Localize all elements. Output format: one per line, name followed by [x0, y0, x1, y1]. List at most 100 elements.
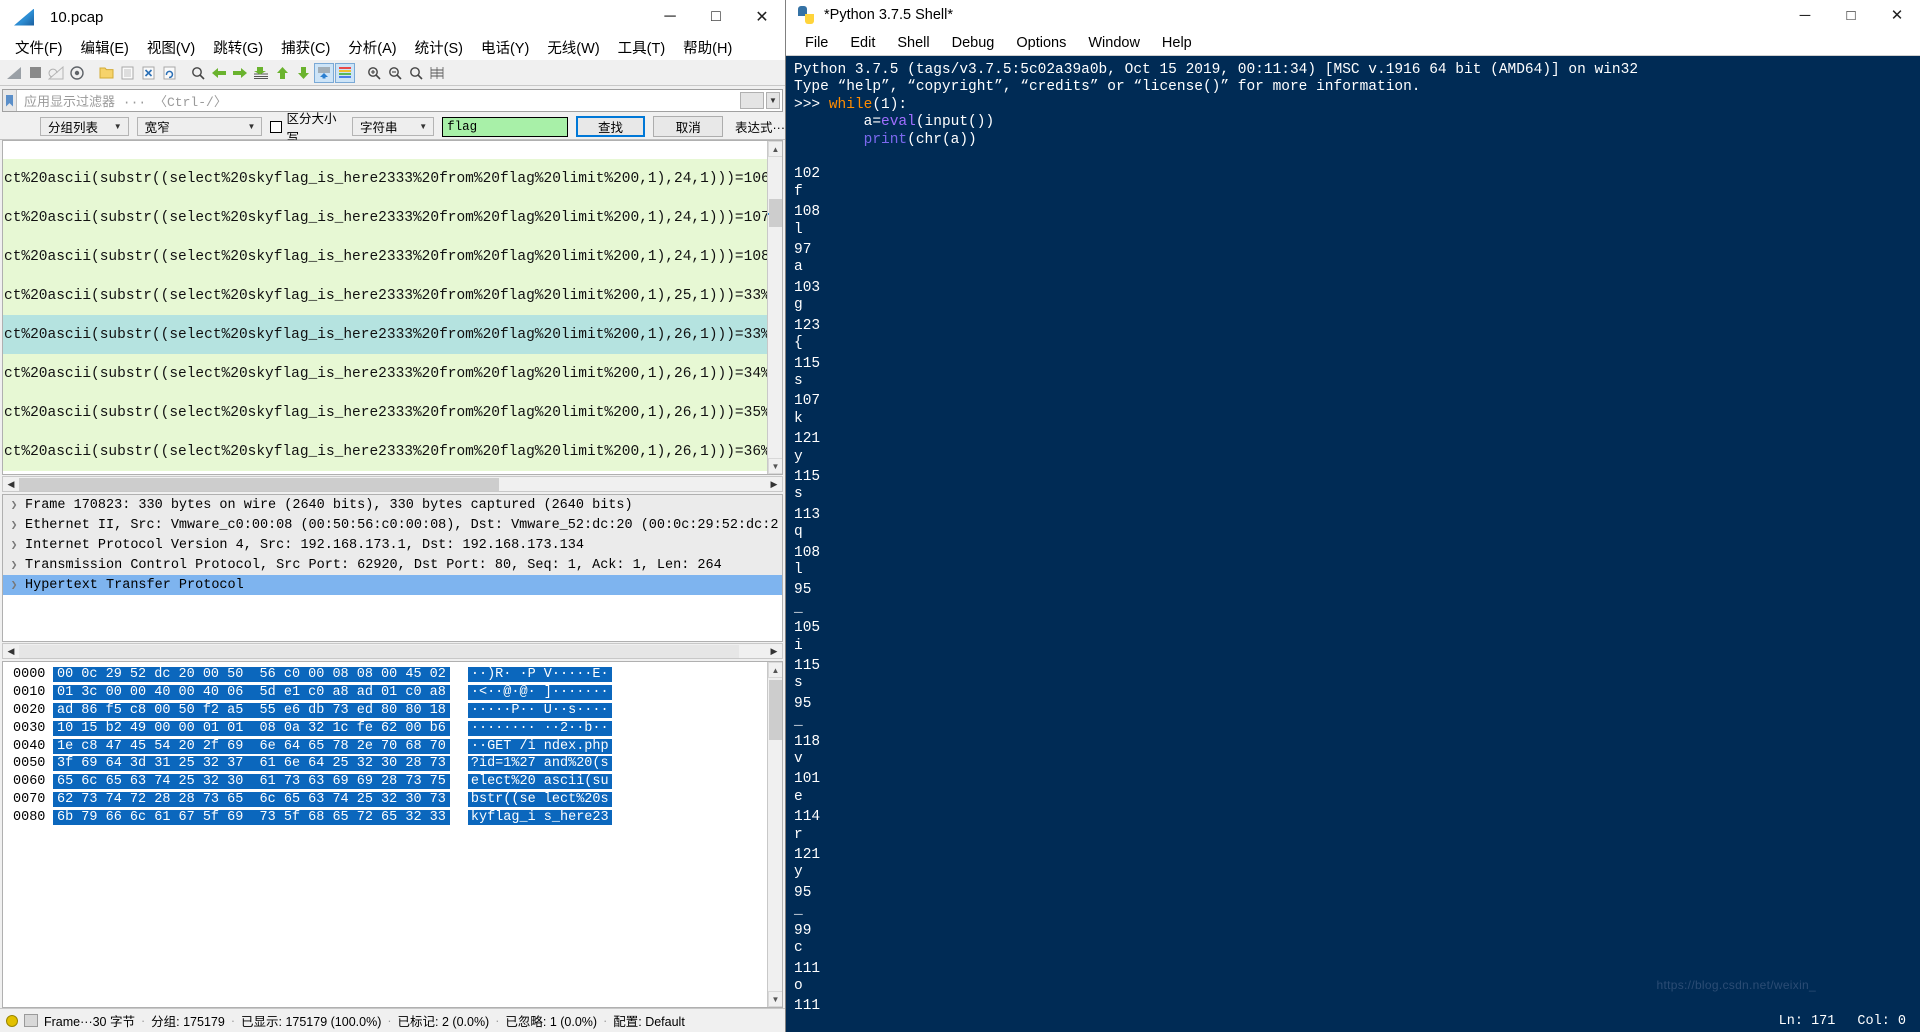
- table-row[interactable]: ct%20ascii(substr((select%20skyflag_is_h…: [3, 159, 767, 198]
- zoom-reset-icon[interactable]: [406, 63, 426, 83]
- scrollbar-thumb[interactable]: [769, 199, 782, 227]
- chevron-down-icon[interactable]: ▼: [766, 92, 780, 109]
- hex-row[interactable]: 0020 ad 86 f5 c8 00 50 f2 a5 55 e6 db 73…: [3, 702, 767, 720]
- find-narrow-select[interactable]: 宽窄 ▼: [136, 117, 263, 136]
- table-row-selected[interactable]: ct%20ascii(substr((select%20skyflag_is_h…: [3, 315, 767, 354]
- close-button[interactable]: ✕: [739, 0, 785, 34]
- filter-clear-icon[interactable]: [740, 92, 764, 109]
- autoscroll-icon[interactable]: [314, 62, 334, 83]
- table-row[interactable]: ct%20ascii(substr((select%20skyflag_is_h…: [3, 198, 767, 237]
- minimize-button[interactable]: ─: [647, 0, 693, 34]
- menu-window[interactable]: Window: [1079, 34, 1149, 52]
- chevron-right-icon[interactable]: ❯: [3, 578, 25, 592]
- menu-tools[interactable]: 工具(T): [609, 35, 675, 60]
- close-file-icon[interactable]: [138, 63, 158, 83]
- detail-row-ethernet[interactable]: ❯ Ethernet II, Src: Vmware_c0:00:08 (00:…: [3, 515, 782, 535]
- packet-list-horizontal-scrollbar[interactable]: ◀ ▶: [2, 476, 783, 492]
- hex-row[interactable]: 0000 00 0c 29 52 dc 20 00 50 56 c0 00 08…: [3, 666, 767, 684]
- maximize-button[interactable]: □: [1828, 0, 1874, 30]
- scroll-right-icon[interactable]: ▶: [766, 644, 782, 658]
- menu-help[interactable]: Help: [1153, 34, 1201, 52]
- go-last-packet-icon[interactable]: [293, 63, 313, 83]
- filter-bookmark-icon[interactable]: [3, 90, 17, 111]
- start-capture-icon[interactable]: [4, 63, 24, 83]
- scroll-down-icon[interactable]: ▼: [768, 991, 782, 1007]
- hex-row[interactable]: 0030 10 15 b2 49 00 00 01 01 08 0a 32 1c…: [3, 719, 767, 737]
- save-file-icon[interactable]: [117, 63, 137, 83]
- go-to-packet-icon[interactable]: [251, 63, 271, 83]
- menu-capture[interactable]: 捕获(C): [272, 35, 339, 60]
- display-filter-input[interactable]: 应用显示过滤器 ··· 〈Ctrl-/〉: [17, 91, 227, 110]
- scroll-down-icon[interactable]: ▼: [768, 458, 782, 474]
- display-filter-bar[interactable]: 应用显示过滤器 ··· 〈Ctrl-/〉 ▼: [2, 89, 783, 112]
- minimize-button[interactable]: ─: [1782, 0, 1828, 30]
- scrollbar-thumb[interactable]: [19, 478, 499, 491]
- colorize-icon[interactable]: [335, 62, 355, 83]
- go-forward-icon[interactable]: [230, 63, 250, 83]
- scroll-up-icon[interactable]: ▲: [768, 662, 782, 678]
- menu-options[interactable]: Options: [1007, 34, 1075, 52]
- find-packet-icon[interactable]: [188, 63, 208, 83]
- menu-edit[interactable]: 编辑(E): [72, 35, 138, 60]
- table-row[interactable]: ct%20ascii(substr((select%20skyflag_is_h…: [3, 354, 767, 393]
- menu-file[interactable]: 文件(F): [6, 35, 72, 60]
- go-first-packet-icon[interactable]: [272, 63, 292, 83]
- packet-details-horizontal-scrollbar[interactable]: ◀ ▶: [2, 643, 783, 659]
- scrollbar-thumb[interactable]: [19, 645, 739, 658]
- scroll-right-icon[interactable]: ▶: [766, 477, 782, 491]
- packet-bytes-pane[interactable]: 0000 00 0c 29 52 dc 20 00 50 56 c0 00 08…: [2, 661, 783, 1008]
- find-button[interactable]: 查找: [575, 116, 646, 137]
- status-profile[interactable]: 配置: Default: [613, 1011, 685, 1030]
- detail-row-ip[interactable]: ❯ Internet Protocol Version 4, Src: 192.…: [3, 535, 782, 555]
- capture-status-icon[interactable]: [6, 1014, 18, 1027]
- resize-columns-icon[interactable]: [427, 63, 447, 83]
- expression-button[interactable]: 表达式···: [735, 117, 785, 136]
- hex-row[interactable]: 0040 1e c8 47 45 54 20 2f 69 6e 64 65 78…: [3, 737, 767, 755]
- detail-row-http[interactable]: ❯ Hypertext Transfer Protocol: [3, 575, 782, 595]
- capture-options-icon[interactable]: [67, 63, 87, 83]
- reload-file-icon[interactable]: [159, 63, 179, 83]
- zoom-out-icon[interactable]: [385, 63, 405, 83]
- scroll-left-icon[interactable]: ◀: [3, 644, 19, 658]
- packet-bytes-vertical-scrollbar[interactable]: ▲ ▼: [767, 662, 782, 1007]
- menu-analyze[interactable]: 分析(A): [339, 35, 405, 60]
- maximize-button[interactable]: □: [693, 0, 739, 34]
- menu-view[interactable]: 视图(V): [138, 35, 204, 60]
- menu-file[interactable]: File: [796, 34, 837, 52]
- find-scope-select[interactable]: 分组列表 ▼: [40, 117, 129, 136]
- menu-go[interactable]: 跳转(G): [204, 35, 272, 60]
- zoom-in-icon[interactable]: [364, 63, 384, 83]
- hex-row[interactable]: 0050 3f 69 64 3d 31 25 32 37 61 6e 64 25…: [3, 755, 767, 773]
- table-row[interactable]: ct%20ascii(substr((select%20skyflag_is_h…: [3, 276, 767, 315]
- stop-capture-icon[interactable]: [25, 63, 45, 83]
- scroll-left-icon[interactable]: ◀: [3, 477, 19, 491]
- cancel-button[interactable]: 取消: [653, 116, 723, 137]
- hex-row[interactable]: 0060 65 6c 65 63 74 25 32 30 61 73 63 69…: [3, 773, 767, 791]
- open-file-icon[interactable]: [96, 63, 116, 83]
- menu-wireless[interactable]: 无线(W): [538, 35, 608, 60]
- table-row[interactable]: ct%20ascii(substr((select%20skyflag_is_h…: [3, 432, 767, 471]
- menu-edit[interactable]: Edit: [841, 34, 884, 52]
- find-query-input[interactable]: flag: [442, 116, 568, 137]
- menu-telephony[interactable]: 电话(Y): [472, 35, 538, 60]
- packet-list-pane[interactable]: ct%20ascii(substr((select%20skyflag_is_h…: [2, 140, 783, 475]
- python-shell-output[interactable]: Python 3.7.5 (tags/v3.7.5:5c02a39a0b, Oc…: [786, 56, 1920, 1010]
- close-button[interactable]: ✕: [1874, 0, 1920, 30]
- menu-statistics[interactable]: 统计(S): [406, 35, 472, 60]
- detail-row-tcp[interactable]: ❯ Transmission Control Protocol, Src Por…: [3, 555, 782, 575]
- packet-details-pane[interactable]: ❯ Frame 170823: 330 bytes on wire (2640 …: [2, 494, 783, 642]
- chevron-right-icon[interactable]: ❯: [3, 518, 25, 532]
- chevron-right-icon[interactable]: ❯: [3, 498, 25, 512]
- menu-shell[interactable]: Shell: [888, 34, 938, 52]
- hex-row[interactable]: 0070 62 73 74 72 28 28 73 65 6c 65 63 74…: [3, 791, 767, 809]
- go-back-icon[interactable]: [209, 63, 229, 83]
- table-row[interactable]: ct%20ascii(substr((select%20skyflag_is_h…: [3, 393, 767, 432]
- checkbox-box[interactable]: [270, 120, 282, 133]
- hex-row[interactable]: 0010 01 3c 00 00 40 00 40 06 5d e1 c0 a8…: [3, 684, 767, 702]
- menu-debug[interactable]: Debug: [943, 34, 1004, 52]
- scrollbar-thumb[interactable]: [769, 680, 782, 740]
- chevron-right-icon[interactable]: ❯: [3, 538, 25, 552]
- find-type-select[interactable]: 字符串 ▼: [352, 117, 435, 136]
- table-row[interactable]: ct%20ascii(substr((select%20skyflag_is_h…: [3, 237, 767, 276]
- scroll-up-icon[interactable]: ▲: [768, 141, 782, 157]
